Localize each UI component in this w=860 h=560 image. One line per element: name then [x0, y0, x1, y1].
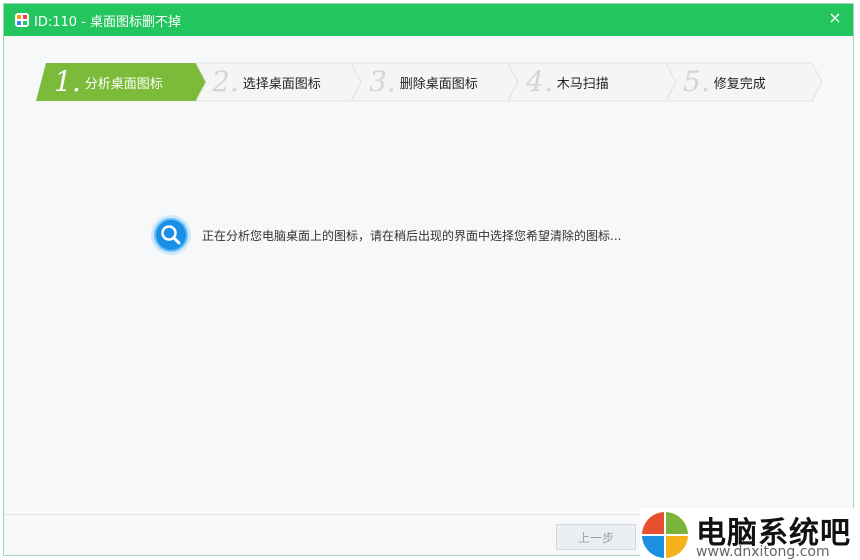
step-4-label: 木马扫描 [556, 76, 609, 92]
app-window: ID:110 - 桌面图标删不掉 × 1. 分析桌面图标 2. 选择桌面图标 3… [3, 3, 854, 556]
step-5: 5. 修复完成 [683, 62, 766, 102]
step-4: 4. 木马扫描 [526, 62, 609, 102]
window-title: ID:110 - 桌面图标删不掉 [34, 15, 181, 30]
close-icon[interactable]: × [825, 8, 845, 28]
titlebar: ID:110 - 桌面图标删不掉 × [4, 4, 853, 36]
step-4-number: 4. [526, 65, 553, 98]
windows-logo-icon [642, 512, 688, 558]
status-message: 正在分析您电脑桌面上的图标，请在稍后出现的界面中选择您希望清除的图标... [202, 228, 622, 243]
step-5-number: 5. [683, 65, 710, 98]
step-1-number: 1. [54, 65, 81, 98]
step-1: 1. 分析桌面图标 [54, 62, 163, 102]
previous-step-button[interactable]: 上一步 [556, 524, 636, 550]
step-3-number: 3. [369, 65, 396, 98]
step-1-label: 分析桌面图标 [84, 76, 163, 92]
step-3: 3. 删除桌面图标 [369, 62, 478, 102]
step-3-label: 删除桌面图标 [399, 76, 478, 92]
status-area: 正在分析您电脑桌面上的图标，请在稍后出现的界面中选择您希望清除的图标... [150, 214, 621, 256]
step-2-number: 2. [212, 65, 239, 98]
site-watermark: 电脑系统吧 www.dnxitong.com [640, 508, 860, 560]
search-magnifier-icon [151, 215, 191, 255]
watermark-url: www.dnxitong.com [696, 544, 830, 560]
step-2: 2. 选择桌面图标 [212, 62, 321, 102]
app-icon [15, 13, 29, 27]
wizard-steps: 1. 分析桌面图标 2. 选择桌面图标 3. 删除桌面图标 4. 木马扫描 5.… [36, 62, 826, 102]
step-2-label: 选择桌面图标 [242, 76, 321, 92]
step-5-label: 修复完成 [713, 76, 766, 92]
